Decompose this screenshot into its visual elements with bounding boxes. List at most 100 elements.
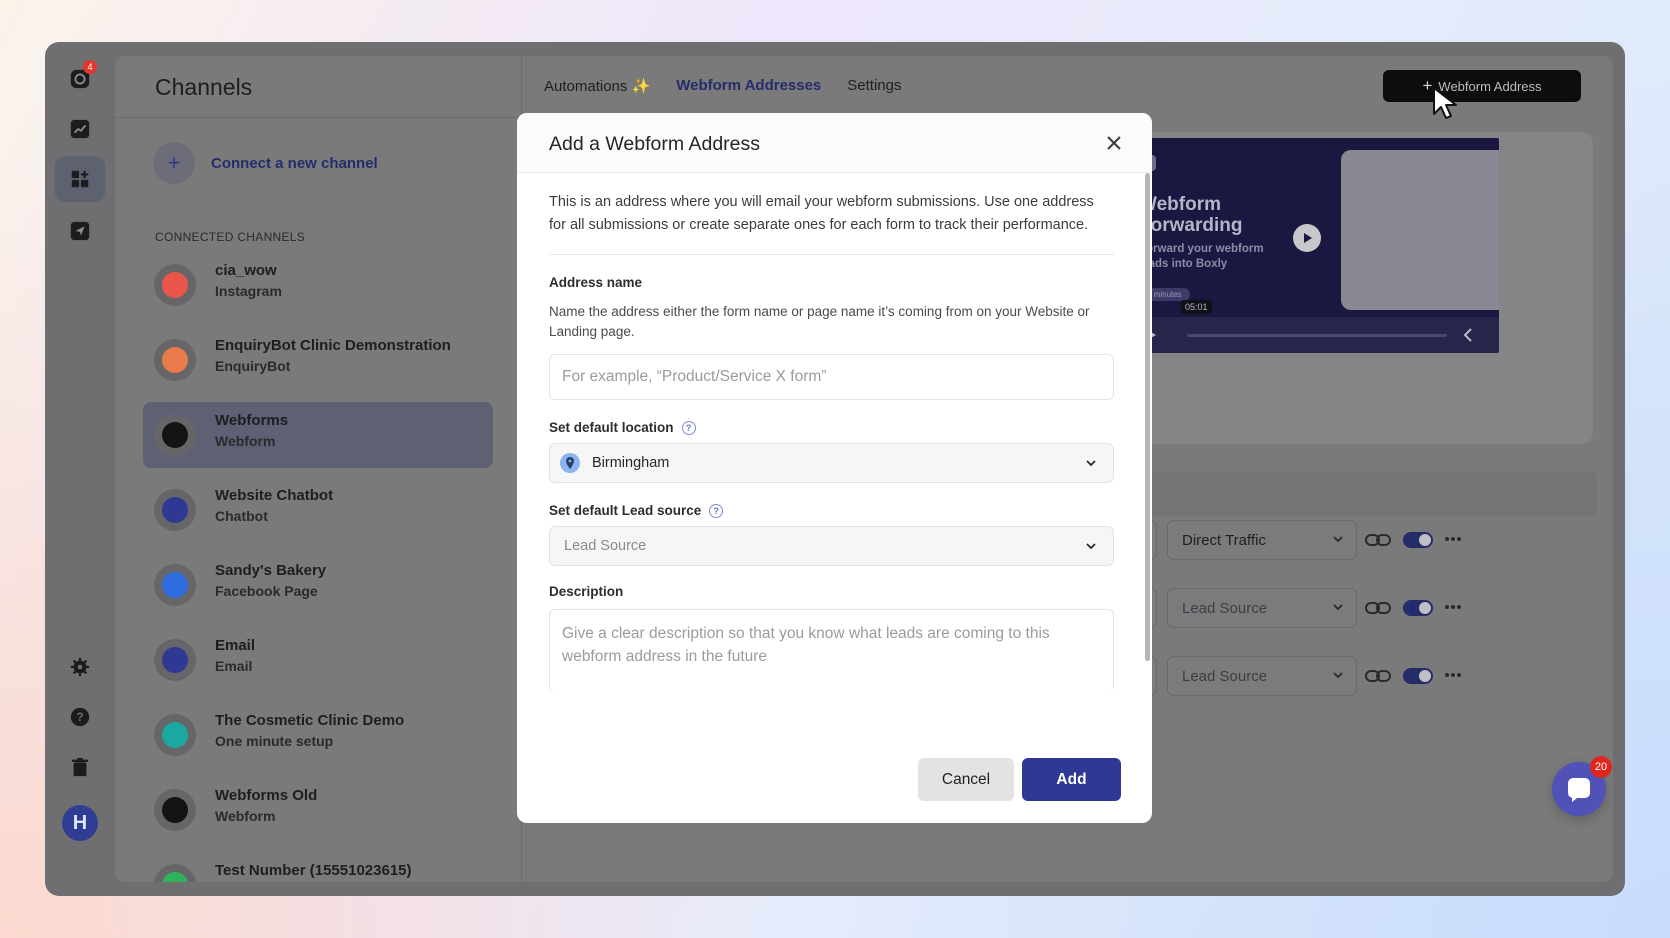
lead-source-label-text: Set default Lead source: [549, 503, 702, 518]
lead-source-value: Lead Source: [1182, 667, 1268, 685]
send-nav-icon[interactable]: [55, 208, 105, 254]
link-icon[interactable]: [1365, 600, 1391, 616]
divider: [115, 117, 521, 118]
video-subtitle-line2: leads into Boxly: [1139, 258, 1228, 270]
address-name-label-text: Address name: [549, 275, 643, 290]
channel-item[interactable]: Test Number (15551023615): [143, 852, 493, 882]
active-toggle[interactable]: [1403, 532, 1433, 548]
tab-automations[interactable]: Automations ✨: [544, 77, 650, 95]
active-toggle[interactable]: [1403, 668, 1433, 684]
chat-icon: [1568, 778, 1590, 802]
lead-source-select[interactable]: Lead Source: [549, 526, 1114, 566]
modal-title: Add a Webform Address: [549, 133, 760, 155]
link-icon[interactable]: [1365, 668, 1391, 684]
modal-header: Add a Webform Address: [517, 113, 1152, 173]
trash-icon: [71, 757, 89, 777]
avatar[interactable]: H: [62, 805, 98, 841]
channel-icon: [154, 414, 196, 456]
video-subtitle-line1: Forward your webform: [1139, 243, 1264, 255]
link-icon[interactable]: [1365, 532, 1391, 548]
video-controls: [1115, 317, 1499, 353]
description-label-text: Description: [549, 584, 624, 599]
channel-type: Instagram: [215, 283, 282, 299]
channel-brand-icon: [162, 797, 188, 823]
connect-channel-button[interactable]: + Connect a new channel: [153, 142, 378, 184]
plus-icon: +: [1422, 76, 1433, 95]
channel-type: EnquiryBot: [215, 358, 291, 374]
close-icon[interactable]: [1104, 133, 1124, 153]
analytics-icon[interactable]: [55, 106, 105, 152]
channel-name: Webforms: [215, 412, 289, 429]
lead-source-value: Lead Source: [1182, 599, 1268, 617]
channel-type: Webform: [215, 433, 276, 449]
channels-nav-icon[interactable]: [55, 156, 105, 202]
lead-source-cell-select[interactable]: Lead Source: [1167, 656, 1357, 696]
tab-webform-addresses[interactable]: Webform Addresses: [676, 77, 821, 95]
channel-brand-icon: [162, 347, 188, 373]
description-textarea[interactable]: Give a clear description so that you kno…: [549, 609, 1114, 691]
plus-icon: +: [153, 142, 195, 184]
channel-brand-icon: [162, 422, 188, 448]
channel-type: Webform: [215, 808, 276, 824]
left-rail: 4 ? H: [45, 42, 115, 896]
channel-text: Webforms Webform: [215, 412, 288, 449]
chevron-left-icon[interactable]: [1463, 328, 1473, 342]
more-icon[interactable]: [1445, 537, 1461, 541]
modal-body: This is an address where you will email …: [549, 191, 1114, 691]
location-select[interactable]: Birmingham: [549, 443, 1114, 483]
video-thumbnail[interactable]: Webform Forwarding Forward your webform …: [1115, 138, 1499, 353]
channel-name: Test Number (15551023615): [215, 862, 412, 879]
progress-track[interactable]: [1187, 334, 1447, 337]
channel-name: EnquiryBot Clinic Demonstration: [215, 337, 451, 354]
chevron-down-icon: [1333, 536, 1343, 543]
cancel-button[interactable]: Cancel: [918, 758, 1014, 801]
chevron-down-icon: [1333, 604, 1343, 611]
channel-item[interactable]: Webforms Old Webform: [143, 777, 493, 843]
notification-badge: 4: [83, 60, 97, 74]
channel-brand-icon: [162, 722, 188, 748]
channel-icon: [154, 714, 196, 756]
channel-name: Webforms Old: [215, 787, 318, 804]
address-name-description: Name the address either the form name or…: [549, 304, 1090, 339]
more-icon[interactable]: [1445, 673, 1461, 677]
channels-column: Channels + Connect a new channel CONNECT…: [115, 56, 522, 882]
section-label: CONNECTED CHANNELS: [155, 230, 306, 244]
channel-item[interactable]: Webforms Webform: [143, 402, 493, 468]
channel-brand-icon: [162, 272, 188, 298]
channel-text: cia_wow Instagram: [215, 262, 282, 299]
lead-source-cell-select[interactable]: Lead Source: [1167, 588, 1357, 628]
page-title: Channels: [155, 74, 253, 100]
lead-source-label: Set default Lead source ?: [549, 503, 1114, 518]
modal-intro: This is an address where you will email …: [549, 194, 1094, 233]
add-webform-address-button[interactable]: + Webform Address: [1383, 70, 1581, 102]
location-label: Set default location ?: [549, 420, 1114, 435]
chevron-down-icon: [1333, 672, 1343, 679]
play-icon[interactable]: [1293, 224, 1321, 252]
modal-scrollbar[interactable]: [1143, 173, 1152, 663]
video-title-line2: Forwarding: [1139, 215, 1243, 236]
help-icon[interactable]: ?: [681, 420, 696, 435]
help-icon[interactable]: ?: [709, 503, 724, 518]
channel-brand-icon: [162, 872, 188, 882]
location-label-text: Set default location: [549, 420, 674, 435]
chevron-down-icon: [1086, 460, 1096, 467]
active-toggle[interactable]: [1403, 600, 1433, 616]
video-title: Webform Forwarding: [1139, 194, 1242, 236]
video-preview-pane: [1341, 150, 1499, 310]
channel-item[interactable]: EnquiryBot Clinic Demonstration EnquiryBo…: [143, 327, 493, 393]
channel-item[interactable]: cia_wow Instagram: [143, 252, 493, 318]
add-button[interactable]: Add: [1022, 758, 1121, 801]
more-icon[interactable]: [1445, 605, 1461, 609]
chart-icon: [70, 119, 90, 139]
scrollbar-thumb[interactable]: [1145, 173, 1150, 661]
location-pin-icon: [560, 453, 580, 473]
lead-source-placeholder: Lead Source: [564, 538, 647, 554]
video-title-line1: Webform: [1139, 194, 1221, 215]
trash-nav-icon[interactable]: [55, 744, 105, 790]
video-subtitle: Forward your webform leads into Boxly: [1139, 242, 1264, 272]
app-logo-icon[interactable]: 4: [55, 56, 105, 102]
divider: [549, 254, 1114, 255]
tab-settings[interactable]: Settings: [847, 77, 901, 95]
lead-source-cell-select[interactable]: Direct Traffic: [1167, 520, 1357, 560]
address-name-input[interactable]: For example, “Product/Service X form”: [549, 354, 1114, 400]
